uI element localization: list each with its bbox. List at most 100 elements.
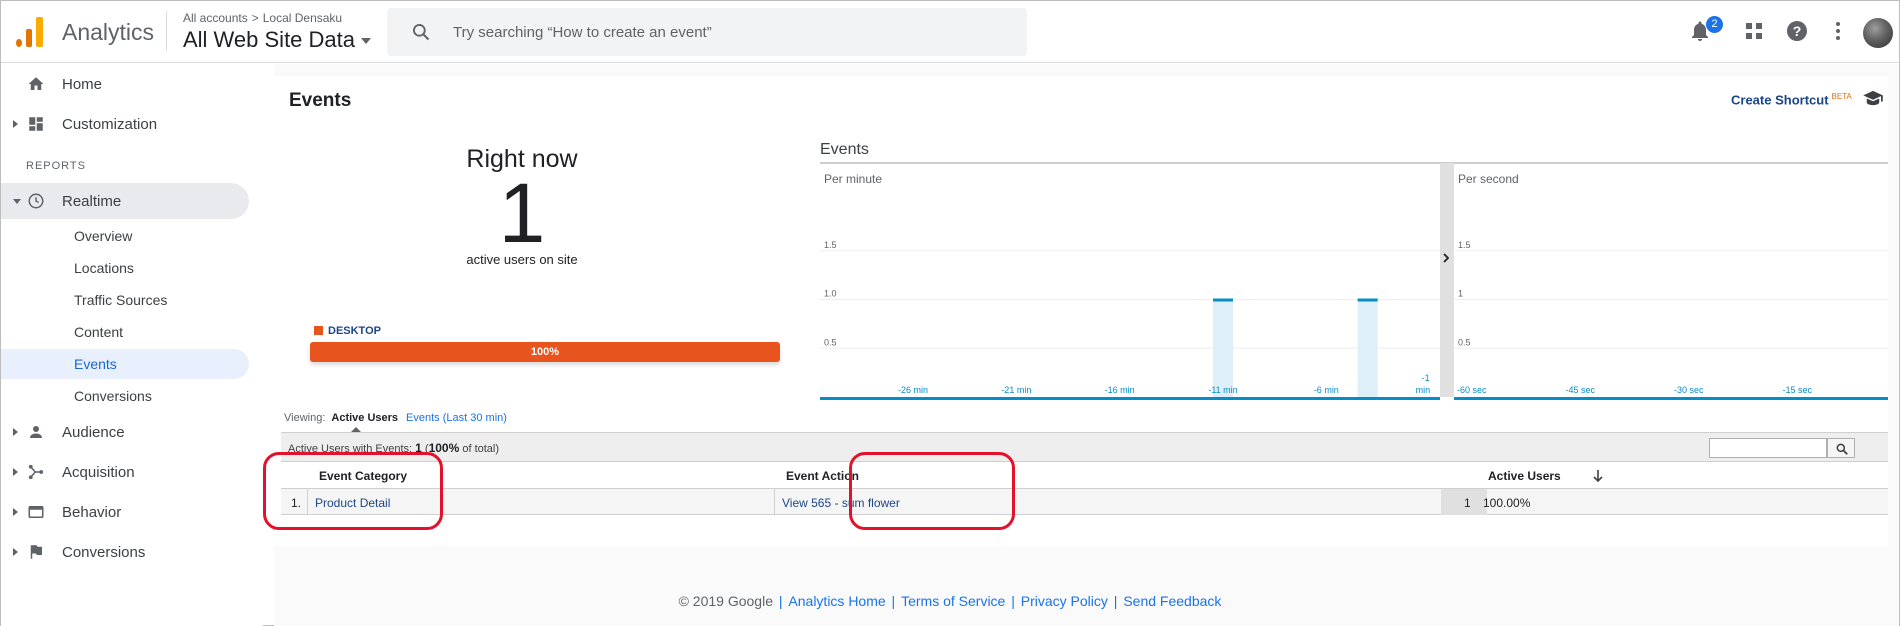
flag-icon (30, 545, 42, 559)
table-header: Event Category Event Action Active Users (281, 463, 1888, 489)
x-tick-label: -6 min (1314, 385, 1339, 395)
expand-arrow-icon[interactable] (13, 468, 18, 476)
expand-arrow-icon[interactable] (13, 508, 18, 516)
x-tick-label: -26 min (898, 385, 928, 395)
table-row: 1. Product Detail View 565 - sum flower … (281, 489, 1888, 515)
sidebar-item-label: Behavior (62, 503, 122, 521)
events-chart: Per minute Per second 0.5 0.5 1.0 1 1.5 1.5 -26 … (820, 162, 1888, 400)
sidebar-subitem-label: Overview (74, 228, 133, 244)
sidebar-item-label: Audience (62, 423, 125, 441)
app-name[interactable]: Analytics (62, 19, 154, 46)
footer-separator: | (1007, 593, 1019, 609)
expand-arrow-icon[interactable] (13, 120, 18, 128)
notification-badge: 2 (1706, 16, 1723, 33)
acquisition-icon (28, 464, 44, 480)
column-divider (774, 489, 775, 515)
x-tick-label: -1 (1422, 373, 1430, 383)
caret-down-icon (361, 38, 372, 45)
apps-grid-icon[interactable] (1742, 19, 1766, 43)
x-tick-label: min (1416, 385, 1431, 395)
home-icon (28, 77, 44, 90)
avatar[interactable] (1863, 18, 1893, 48)
footer-separator: | (887, 593, 900, 609)
analytics-logo-icon[interactable] (16, 17, 44, 47)
sidebar-subitem-events[interactable]: Events (1, 349, 249, 379)
device-percent-bar: 100% (310, 342, 780, 362)
breadcrumb-item[interactable]: Local Densaku (263, 11, 342, 25)
top-bar: Analytics All accounts > Local Densaku All… (1, 1, 1899, 63)
device-label: DESKTOP (328, 325, 381, 337)
dashboard-icon (29, 117, 43, 131)
sidebar-item-label: Acquisition (62, 463, 135, 481)
sidebar-item-label: Home (62, 75, 103, 93)
help-icon[interactable]: ? (1785, 19, 1809, 43)
active-users-subtitle: active users on site (466, 252, 578, 267)
breadcrumb[interactable]: All accounts > Local Densaku (183, 11, 342, 25)
table-filter-button[interactable] (1827, 438, 1855, 458)
main-content: Events Create Shortcut BETA Right now 1 a… (274, 64, 1899, 626)
y-tick-label: 0.5 (824, 337, 837, 347)
summary-bar: Active Users with Events: 1 (100% of tot… (281, 432, 1888, 462)
panel-divider (1440, 163, 1454, 397)
collapse-arrow-icon[interactable] (13, 198, 21, 204)
event-bar-cap (1357, 298, 1378, 302)
graduation-cap-icon[interactable] (1862, 90, 1884, 106)
sidebar-subitem-label: Locations (74, 260, 134, 276)
svg-text:?: ? (1793, 23, 1802, 39)
page-title: Events (289, 90, 352, 111)
behavior-icon (28, 506, 44, 518)
events-table: Event Category Event Action Active Users… (281, 463, 1888, 515)
annotation-highlight-category (263, 452, 443, 530)
search-input[interactable] (453, 20, 993, 44)
x-baseline (1454, 397, 1888, 400)
sidebar-subitem-overview[interactable]: Overview (1, 221, 249, 251)
property-name: All Web Site Data (183, 27, 356, 52)
beta-badge: BETA (1831, 92, 1852, 101)
search-box[interactable] (387, 8, 1027, 56)
footer-copyright: © 2019 Google (678, 593, 773, 609)
sidebar-subitem-traffic-sources[interactable]: Traffic Sources (1, 285, 249, 315)
expand-arrow-icon[interactable] (13, 428, 18, 436)
sidebar-item-realtime[interactable]: Realtime (1, 183, 249, 219)
sidebar-subitem-label: Content (74, 324, 124, 340)
y-tick-label: 1.5 (1458, 240, 1471, 250)
create-shortcut-link[interactable]: Create Shortcut BETA (1731, 92, 1852, 107)
footer-separator: | (1109, 593, 1122, 609)
per-second-label: Per second (1458, 172, 1519, 186)
footer-link-terms[interactable]: Terms of Service (901, 593, 1005, 609)
footer-separator: | (774, 593, 787, 609)
x-tick-label: -15 sec (1783, 385, 1813, 395)
y-tick-label: 1 (1458, 289, 1463, 299)
device-legend: DESKTOP (314, 325, 381, 337)
annotation-highlight-action (849, 452, 1015, 530)
person-icon (30, 426, 42, 438)
legend-swatch (314, 326, 323, 335)
column-header-event-action[interactable]: Event Action (786, 469, 859, 483)
per-minute-label: Per minute (824, 172, 882, 186)
x-baseline (820, 397, 1440, 400)
footer-link-feedback[interactable]: Send Feedback (1123, 593, 1221, 609)
breadcrumb-item[interactable]: All accounts (183, 11, 248, 25)
table-filter-input[interactable] (1709, 438, 1827, 458)
footer-link-analytics-home[interactable]: Analytics Home (788, 593, 885, 609)
sort-descending-icon[interactable] (1591, 469, 1605, 483)
sidebar-item-label: Conversions (62, 543, 146, 561)
reports-section-label: REPORTS (26, 160, 86, 172)
tab-active-users[interactable]: Active Users (331, 412, 398, 424)
property-selector[interactable]: All Web Site Data (183, 27, 372, 53)
sidebar-subitem-label: Events (74, 356, 117, 372)
sidebar-subitem-locations[interactable]: Locations (1, 253, 249, 283)
more-vertical-icon[interactable] (1826, 19, 1850, 43)
breadcrumb-separator-icon: > (251, 11, 259, 25)
x-tick-label: -16 min (1105, 385, 1135, 395)
column-header-active-users[interactable]: Active Users (1488, 469, 1561, 483)
tab-events-last-30[interactable]: Events (Last 30 min) (406, 412, 507, 424)
expand-arrow-icon[interactable] (13, 548, 18, 556)
sidebar: Home Customization REPORTS Realtime Over… (1, 64, 263, 626)
y-tick-label: 1.0 (824, 289, 837, 299)
footer-link-privacy[interactable]: Privacy Policy (1021, 593, 1108, 609)
footer: © 2019 Google | Analytics Home | Terms o… (1, 593, 1899, 609)
sidebar-subitem-conversions[interactable]: Conversions (1, 381, 249, 411)
active-users-count: 1 (498, 166, 546, 260)
sidebar-subitem-content[interactable]: Content (1, 317, 249, 347)
